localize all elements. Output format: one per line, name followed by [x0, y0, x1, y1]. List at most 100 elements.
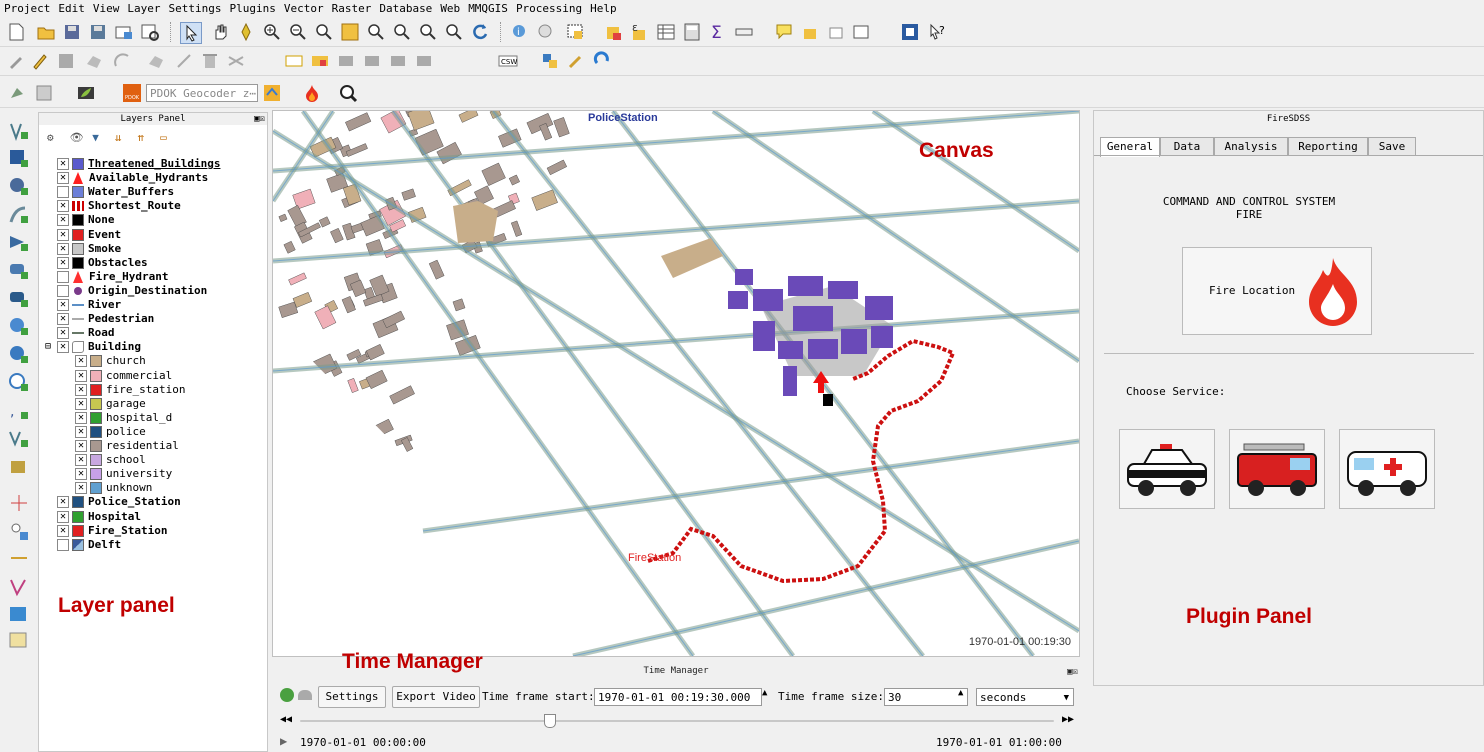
add-spatialite-icon[interactable]: [8, 204, 30, 226]
layer-visibility-checkbox[interactable]: ✕: [57, 172, 69, 185]
run-action-icon[interactable]: [536, 22, 556, 42]
geocoder-input[interactable]: PDOK Geocoder z⋯: [146, 84, 258, 102]
layer-row[interactable]: ✕ garage: [75, 397, 146, 411]
pan-to-selection-icon[interactable]: [236, 22, 256, 42]
add-feature-icon[interactable]: [84, 51, 104, 71]
deselect-icon[interactable]: [604, 22, 624, 42]
layer-row[interactable]: ✕ Threatened_Buildings: [57, 157, 220, 171]
toggle-editing-icon[interactable]: [30, 51, 50, 71]
layer-row[interactable]: ✕ residential: [75, 439, 179, 453]
label-rotate-icon[interactable]: [388, 51, 408, 71]
menu-web[interactable]: Web: [436, 0, 464, 15]
play-icon[interactable]: ▶: [280, 734, 287, 748]
field-calculator-icon[interactable]: [682, 22, 702, 42]
layer-row[interactable]: ✕ Obstacles: [57, 256, 148, 270]
layer-visibility-checkbox[interactable]: ✕: [57, 496, 69, 509]
text-annotation-icon[interactable]: [852, 22, 872, 42]
zoom-native-icon[interactable]: [314, 22, 334, 42]
layer-visibility-checkbox[interactable]: [57, 284, 69, 297]
layer-visibility-checkbox[interactable]: ✕: [57, 299, 69, 311]
gps-icon[interactable]: [8, 520, 30, 542]
layer-visibility-checkbox[interactable]: ✕: [75, 397, 87, 410]
layer-visibility-checkbox[interactable]: ✕: [57, 510, 69, 523]
time-frame-start-spinner-icon[interactable]: ▲: [762, 688, 767, 698]
layer-visibility-checkbox[interactable]: ✕: [57, 214, 69, 227]
save-project-icon[interactable]: [62, 22, 82, 42]
layer-visibility-checkbox[interactable]: ✕: [75, 468, 87, 481]
collapse-group-icon[interactable]: ⊟: [45, 340, 51, 354]
add-virtual-layer-icon[interactable]: [8, 456, 30, 478]
zoom-next-icon[interactable]: [444, 22, 464, 42]
tab-analysis[interactable]: Analysis: [1214, 137, 1288, 156]
layer-visibility-checkbox[interactable]: ✕: [57, 256, 69, 269]
tab-save[interactable]: Save: [1368, 137, 1416, 156]
open-styling-icon[interactable]: ⚙: [47, 131, 63, 144]
zoom-plugin-icon[interactable]: [338, 83, 358, 103]
georeferencer-icon[interactable]: [8, 83, 28, 103]
label-show-icon[interactable]: [336, 51, 356, 71]
layer-row[interactable]: ✕ church: [75, 354, 146, 368]
time-slider-handle[interactable]: [543, 714, 556, 728]
tab-data[interactable]: Data: [1160, 137, 1214, 156]
vertex-tool-icon[interactable]: [146, 51, 166, 71]
layer-row[interactable]: ✕ hospital_d: [75, 411, 172, 425]
export-video-button[interactable]: Export Video: [392, 686, 480, 708]
layer-visibility-checkbox[interactable]: ✕: [57, 242, 69, 255]
collapse-all-icon[interactable]: ⇈: [138, 131, 154, 144]
zoom-selection-icon[interactable]: [366, 22, 386, 42]
notes-icon[interactable]: [8, 630, 30, 652]
menu-view[interactable]: View: [89, 0, 124, 15]
layer-visibility-checkbox[interactable]: ✕: [75, 440, 87, 452]
pointer-icon[interactable]: [180, 22, 202, 44]
new-bookmark-icon[interactable]: [800, 22, 820, 42]
fire-location-button[interactable]: Fire Location: [1182, 247, 1372, 335]
layer-row[interactable]: ✕ Available_Hydrants: [57, 171, 208, 185]
add-delimited-text-icon[interactable]: ,: [8, 400, 30, 422]
map-render[interactable]: PoliceStation FireStation: [273, 111, 1079, 656]
zoom-in-icon[interactable]: [262, 22, 282, 42]
help-icon[interactable]: [900, 22, 920, 42]
settings-button[interactable]: Settings: [318, 686, 386, 708]
visibility-icon[interactable]: 👁: [70, 131, 86, 144]
zoom-full-icon[interactable]: [340, 22, 360, 42]
cut-features-icon[interactable]: [226, 51, 246, 71]
menu-processing[interactable]: Processing: [512, 0, 586, 15]
layer-row[interactable]: ✕ unknown: [75, 481, 152, 495]
layer-visibility-checkbox[interactable]: ✕: [75, 425, 87, 438]
zoom-layer-icon[interactable]: [392, 22, 412, 42]
layer-visibility-checkbox[interactable]: ✕: [75, 454, 87, 467]
digitize-icon[interactable]: [6, 51, 26, 71]
print-layout-icon[interactable]: [114, 22, 134, 42]
layer-row[interactable]: ✕ commercial: [75, 369, 172, 383]
layer-row[interactable]: ✕ fire_station: [75, 383, 185, 397]
layer-row[interactable]: ✕ Hospital: [57, 510, 141, 524]
remove-layer-icon[interactable]: ▭: [160, 131, 176, 144]
save-as-icon[interactable]: [88, 22, 108, 42]
map-icon[interactable]: [8, 604, 30, 626]
layer-row[interactable]: ✕ Police_Station: [57, 495, 181, 509]
layer-row[interactable]: ✕ Pedestrian: [57, 312, 154, 326]
layer-row[interactable]: ⊟ ✕ Building: [45, 340, 141, 354]
expand-all-icon[interactable]: ⇊: [115, 131, 131, 144]
layer-visibility-checkbox[interactable]: [57, 270, 69, 283]
add-wcs-icon[interactable]: [8, 344, 30, 366]
python-console-icon[interactable]: [540, 51, 560, 71]
fire-plugin-icon[interactable]: [302, 83, 322, 103]
zoom-out-icon[interactable]: [288, 22, 308, 42]
statistics-icon[interactable]: Σ: [708, 22, 728, 43]
select-features-icon[interactable]: [566, 22, 586, 42]
identify-icon[interactable]: i: [510, 22, 530, 42]
processing-toolbox-icon[interactable]: [566, 51, 586, 71]
measure-icon[interactable]: [734, 22, 754, 42]
tab-reporting[interactable]: Reporting: [1288, 137, 1368, 156]
menu-edit[interactable]: Edit: [54, 0, 89, 15]
layer-visibility-checkbox[interactable]: ✕: [75, 383, 87, 396]
layer-visibility-checkbox[interactable]: [57, 186, 69, 199]
filter-icon[interactable]: ▼: [92, 131, 108, 144]
layer-visibility-checkbox[interactable]: ✕: [57, 524, 69, 537]
csw-icon[interactable]: CSW: [498, 51, 518, 71]
layer-row[interactable]: ✕ River: [57, 298, 121, 312]
layer-visibility-checkbox[interactable]: ✕: [57, 158, 69, 170]
tab-general[interactable]: General: [1100, 137, 1160, 157]
whats-this-icon[interactable]: ?: [928, 22, 948, 42]
